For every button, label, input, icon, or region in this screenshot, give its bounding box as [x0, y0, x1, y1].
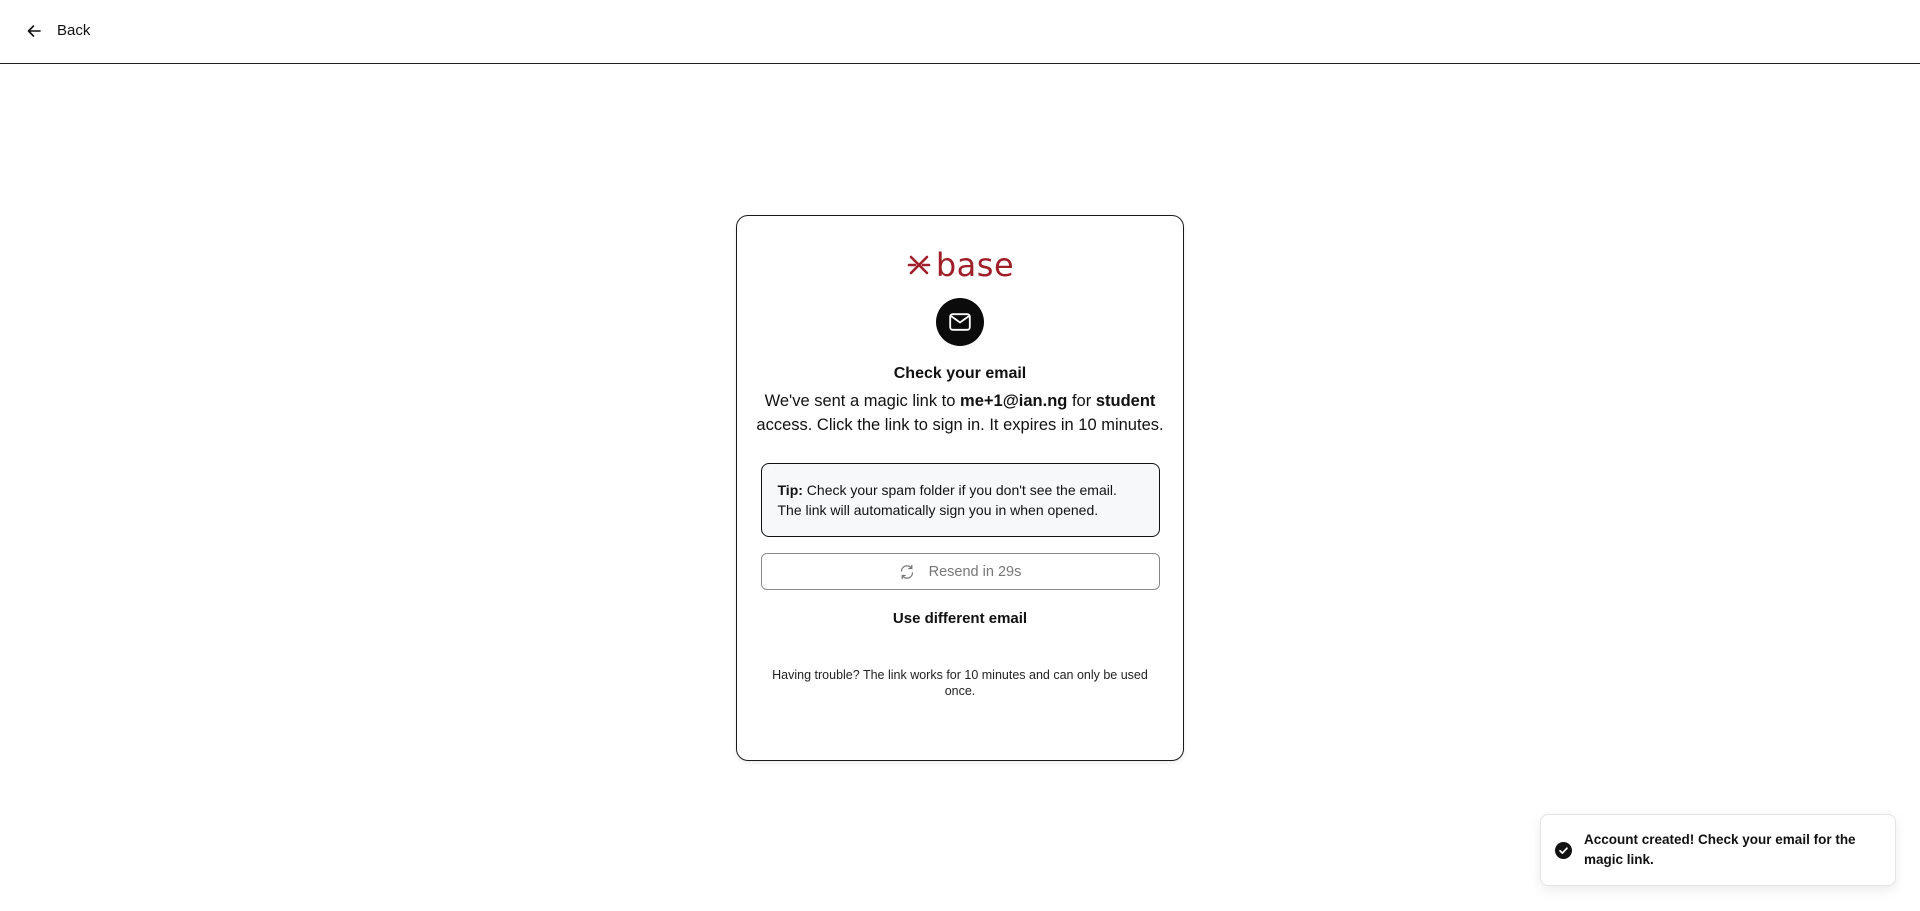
check-email-card: base Check your email We've sent a magic…	[736, 215, 1184, 761]
base-logo: base	[906, 249, 1014, 281]
page-title: Check your email	[893, 365, 1027, 382]
tip-label: Tip:	[777, 482, 803, 498]
mail-icon	[949, 313, 971, 331]
base-logo-icon	[907, 255, 931, 275]
use-different-email-link[interactable]: Use different email	[893, 610, 1027, 627]
back-label: Back	[57, 22, 91, 39]
top-bar: Back	[0, 0, 1920, 64]
success-toast: Account created! Check your email for th…	[1540, 814, 1896, 886]
email-sent-message: We've sent a magic link to me+1@ian.ng f…	[755, 389, 1165, 437]
back-button[interactable]: Back	[27, 22, 90, 39]
refresh-icon	[900, 564, 913, 579]
resend-label: Resend in 29s	[928, 563, 1022, 580]
access-role: student	[1095, 392, 1156, 410]
toast-message: Account created! Check your email for th…	[1584, 832, 1856, 867]
trouble-note: Having trouble? The link works for 10 mi…	[772, 668, 1148, 698]
mail-badge	[936, 298, 984, 346]
email-address: me+1@ian.ng	[960, 392, 1068, 410]
desc-prefix: We've sent a magic link to	[764, 392, 961, 410]
desc-mid: for	[1067, 392, 1096, 410]
check-circle-icon	[1555, 841, 1572, 859]
tip-box: Tip: Check your spam folder if you don't…	[760, 463, 1160, 537]
desc-suffix: access. Click the link to sign in. It ex…	[756, 416, 1164, 434]
arrow-left-icon	[27, 24, 41, 37]
resend-button[interactable]: Resend in 29s	[760, 553, 1160, 590]
logo-text: base	[935, 246, 1015, 284]
tip-text: Check your spam folder if you don't see …	[777, 482, 1117, 518]
